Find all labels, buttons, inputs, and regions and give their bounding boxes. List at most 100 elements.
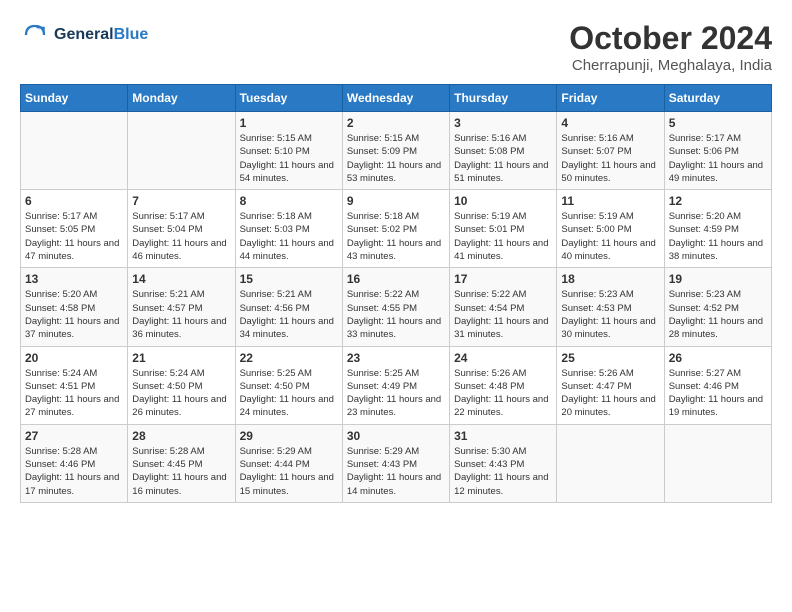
- day-info: Sunrise: 5:24 AM Sunset: 4:50 PM Dayligh…: [132, 367, 230, 420]
- week-row-3: 13 Sunrise: 5:20 AM Sunset: 4:58 PM Dayl…: [21, 268, 772, 346]
- calendar-body: 1 Sunrise: 5:15 AM Sunset: 5:10 PM Dayli…: [21, 112, 772, 503]
- day-info: Sunrise: 5:22 AM Sunset: 4:55 PM Dayligh…: [347, 288, 445, 341]
- day-info: Sunrise: 5:21 AM Sunset: 4:57 PM Dayligh…: [132, 288, 230, 341]
- calendar-cell: 22 Sunrise: 5:25 AM Sunset: 4:50 PM Dayl…: [235, 346, 342, 424]
- calendar-cell: [664, 424, 771, 502]
- day-info: Sunrise: 5:18 AM Sunset: 5:03 PM Dayligh…: [240, 210, 338, 263]
- day-info: Sunrise: 5:26 AM Sunset: 4:47 PM Dayligh…: [561, 367, 659, 420]
- calendar-cell: 21 Sunrise: 5:24 AM Sunset: 4:50 PM Dayl…: [128, 346, 235, 424]
- day-info: Sunrise: 5:16 AM Sunset: 5:08 PM Dayligh…: [454, 132, 552, 185]
- day-info: Sunrise: 5:25 AM Sunset: 4:49 PM Dayligh…: [347, 367, 445, 420]
- calendar-cell: 9 Sunrise: 5:18 AM Sunset: 5:02 PM Dayli…: [342, 190, 449, 268]
- calendar-cell: 20 Sunrise: 5:24 AM Sunset: 4:51 PM Dayl…: [21, 346, 128, 424]
- day-number: 4: [561, 116, 659, 130]
- logo: GeneralBlue: [20, 20, 148, 50]
- day-number: 23: [347, 351, 445, 365]
- day-info: Sunrise: 5:19 AM Sunset: 5:00 PM Dayligh…: [561, 210, 659, 263]
- calendar-cell: 2 Sunrise: 5:15 AM Sunset: 5:09 PM Dayli…: [342, 112, 449, 190]
- calendar-cell: 11 Sunrise: 5:19 AM Sunset: 5:00 PM Dayl…: [557, 190, 664, 268]
- day-number: 10: [454, 194, 552, 208]
- day-info: Sunrise: 5:28 AM Sunset: 4:46 PM Dayligh…: [25, 445, 123, 498]
- calendar-cell: 26 Sunrise: 5:27 AM Sunset: 4:46 PM Dayl…: [664, 346, 771, 424]
- day-number: 19: [669, 272, 767, 286]
- weekday-header-row: SundayMondayTuesdayWednesdayThursdayFrid…: [21, 85, 772, 112]
- day-info: Sunrise: 5:25 AM Sunset: 4:50 PM Dayligh…: [240, 367, 338, 420]
- day-info: Sunrise: 5:18 AM Sunset: 5:02 PM Dayligh…: [347, 210, 445, 263]
- day-info: Sunrise: 5:27 AM Sunset: 4:46 PM Dayligh…: [669, 367, 767, 420]
- day-number: 7: [132, 194, 230, 208]
- day-number: 31: [454, 429, 552, 443]
- calendar-cell: 3 Sunrise: 5:16 AM Sunset: 5:08 PM Dayli…: [450, 112, 557, 190]
- logo-text: GeneralBlue: [54, 26, 148, 44]
- calendar-cell: 1 Sunrise: 5:15 AM Sunset: 5:10 PM Dayli…: [235, 112, 342, 190]
- day-info: Sunrise: 5:29 AM Sunset: 4:43 PM Dayligh…: [347, 445, 445, 498]
- day-number: 30: [347, 429, 445, 443]
- calendar-cell: 7 Sunrise: 5:17 AM Sunset: 5:04 PM Dayli…: [128, 190, 235, 268]
- title-section: October 2024 Cherrapunji, Meghalaya, Ind…: [569, 20, 772, 74]
- day-number: 15: [240, 272, 338, 286]
- calendar-cell: 10 Sunrise: 5:19 AM Sunset: 5:01 PM Dayl…: [450, 190, 557, 268]
- day-number: 20: [25, 351, 123, 365]
- day-number: 26: [669, 351, 767, 365]
- calendar-cell: [21, 112, 128, 190]
- month-title: October 2024: [569, 20, 772, 57]
- calendar-cell: 25 Sunrise: 5:26 AM Sunset: 4:47 PM Dayl…: [557, 346, 664, 424]
- day-info: Sunrise: 5:24 AM Sunset: 4:51 PM Dayligh…: [25, 367, 123, 420]
- weekday-header-thursday: Thursday: [450, 85, 557, 112]
- day-info: Sunrise: 5:22 AM Sunset: 4:54 PM Dayligh…: [454, 288, 552, 341]
- day-info: Sunrise: 5:23 AM Sunset: 4:53 PM Dayligh…: [561, 288, 659, 341]
- day-info: Sunrise: 5:17 AM Sunset: 5:06 PM Dayligh…: [669, 132, 767, 185]
- logo-icon: [20, 20, 50, 50]
- weekday-header-saturday: Saturday: [664, 85, 771, 112]
- calendar-cell: 15 Sunrise: 5:21 AM Sunset: 4:56 PM Dayl…: [235, 268, 342, 346]
- calendar-cell: 16 Sunrise: 5:22 AM Sunset: 4:55 PM Dayl…: [342, 268, 449, 346]
- day-number: 1: [240, 116, 338, 130]
- day-number: 6: [25, 194, 123, 208]
- day-info: Sunrise: 5:19 AM Sunset: 5:01 PM Dayligh…: [454, 210, 552, 263]
- day-info: Sunrise: 5:26 AM Sunset: 4:48 PM Dayligh…: [454, 367, 552, 420]
- day-info: Sunrise: 5:30 AM Sunset: 4:43 PM Dayligh…: [454, 445, 552, 498]
- calendar-cell: 13 Sunrise: 5:20 AM Sunset: 4:58 PM Dayl…: [21, 268, 128, 346]
- calendar-cell: 14 Sunrise: 5:21 AM Sunset: 4:57 PM Dayl…: [128, 268, 235, 346]
- day-number: 5: [669, 116, 767, 130]
- day-number: 9: [347, 194, 445, 208]
- calendar-cell: 19 Sunrise: 5:23 AM Sunset: 4:52 PM Dayl…: [664, 268, 771, 346]
- day-info: Sunrise: 5:17 AM Sunset: 5:05 PM Dayligh…: [25, 210, 123, 263]
- day-number: 22: [240, 351, 338, 365]
- day-number: 8: [240, 194, 338, 208]
- calendar-cell: 6 Sunrise: 5:17 AM Sunset: 5:05 PM Dayli…: [21, 190, 128, 268]
- calendar-cell: 18 Sunrise: 5:23 AM Sunset: 4:53 PM Dayl…: [557, 268, 664, 346]
- day-info: Sunrise: 5:23 AM Sunset: 4:52 PM Dayligh…: [669, 288, 767, 341]
- calendar-cell: 5 Sunrise: 5:17 AM Sunset: 5:06 PM Dayli…: [664, 112, 771, 190]
- day-info: Sunrise: 5:15 AM Sunset: 5:10 PM Dayligh…: [240, 132, 338, 185]
- calendar-cell: 23 Sunrise: 5:25 AM Sunset: 4:49 PM Dayl…: [342, 346, 449, 424]
- day-info: Sunrise: 5:16 AM Sunset: 5:07 PM Dayligh…: [561, 132, 659, 185]
- calendar-cell: 4 Sunrise: 5:16 AM Sunset: 5:07 PM Dayli…: [557, 112, 664, 190]
- calendar-cell: 31 Sunrise: 5:30 AM Sunset: 4:43 PM Dayl…: [450, 424, 557, 502]
- weekday-header-wednesday: Wednesday: [342, 85, 449, 112]
- day-info: Sunrise: 5:21 AM Sunset: 4:56 PM Dayligh…: [240, 288, 338, 341]
- day-number: 18: [561, 272, 659, 286]
- day-info: Sunrise: 5:15 AM Sunset: 5:09 PM Dayligh…: [347, 132, 445, 185]
- page-header: GeneralBlue October 2024 Cherrapunji, Me…: [20, 20, 772, 74]
- day-number: 14: [132, 272, 230, 286]
- week-row-2: 6 Sunrise: 5:17 AM Sunset: 5:05 PM Dayli…: [21, 190, 772, 268]
- week-row-4: 20 Sunrise: 5:24 AM Sunset: 4:51 PM Dayl…: [21, 346, 772, 424]
- day-number: 29: [240, 429, 338, 443]
- weekday-header-monday: Monday: [128, 85, 235, 112]
- calendar-cell: 17 Sunrise: 5:22 AM Sunset: 4:54 PM Dayl…: [450, 268, 557, 346]
- calendar-cell: 8 Sunrise: 5:18 AM Sunset: 5:03 PM Dayli…: [235, 190, 342, 268]
- day-number: 2: [347, 116, 445, 130]
- day-number: 21: [132, 351, 230, 365]
- day-number: 3: [454, 116, 552, 130]
- calendar-cell: 29 Sunrise: 5:29 AM Sunset: 4:44 PM Dayl…: [235, 424, 342, 502]
- calendar-cell: [128, 112, 235, 190]
- day-info: Sunrise: 5:29 AM Sunset: 4:44 PM Dayligh…: [240, 445, 338, 498]
- day-number: 12: [669, 194, 767, 208]
- calendar-cell: 12 Sunrise: 5:20 AM Sunset: 4:59 PM Dayl…: [664, 190, 771, 268]
- day-number: 17: [454, 272, 552, 286]
- week-row-5: 27 Sunrise: 5:28 AM Sunset: 4:46 PM Dayl…: [21, 424, 772, 502]
- weekday-header-tuesday: Tuesday: [235, 85, 342, 112]
- calendar-cell: 27 Sunrise: 5:28 AM Sunset: 4:46 PM Dayl…: [21, 424, 128, 502]
- day-number: 27: [25, 429, 123, 443]
